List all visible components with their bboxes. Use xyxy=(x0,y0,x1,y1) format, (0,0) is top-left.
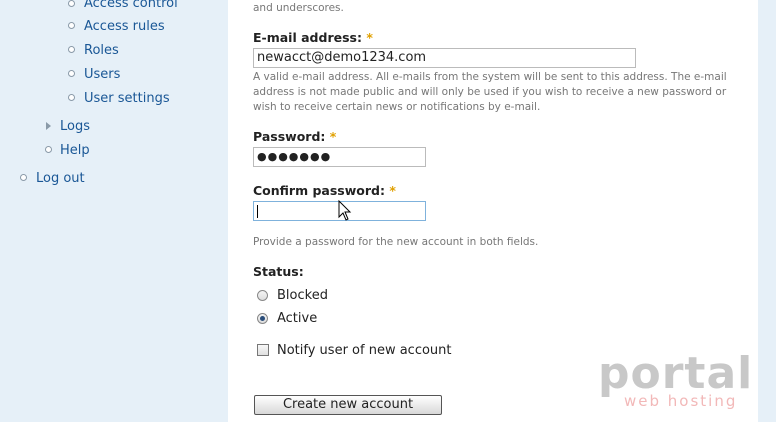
bullet-icon xyxy=(68,22,75,29)
email-field-value: newacct@demo1234.com xyxy=(257,50,427,65)
status-active-label[interactable]: Active xyxy=(277,311,317,326)
password-field-value: ●●●●●●● xyxy=(257,150,332,163)
radio-selected-dot xyxy=(260,316,265,321)
bullet-icon xyxy=(68,94,75,101)
status-blocked-radio[interactable] xyxy=(257,290,268,301)
status-label: Status: xyxy=(253,264,304,279)
notify-user-label[interactable]: Notify user of new account xyxy=(277,343,452,358)
right-margin xyxy=(758,0,776,422)
email-field[interactable]: newacct@demo1234.com xyxy=(253,48,636,68)
email-label-text: E-mail address: xyxy=(253,30,362,45)
status-blocked-label[interactable]: Blocked xyxy=(277,288,328,303)
logo-tagline-text: web hosting xyxy=(624,392,738,410)
sidebar: Access control Access rules Roles Users … xyxy=(0,0,228,422)
status-active-radio[interactable] xyxy=(257,313,268,324)
bullet-icon xyxy=(68,46,75,53)
create-new-account-button[interactable]: Create new account xyxy=(254,395,442,415)
password-label-text: Password: xyxy=(253,129,326,144)
bullet-icon xyxy=(45,146,52,153)
required-marker: * xyxy=(366,30,373,45)
sidebar-item-access-control[interactable]: Access control xyxy=(84,0,178,11)
bullet-icon xyxy=(20,174,27,181)
portal-logo: portal web hosting xyxy=(596,348,752,412)
email-label: E-mail address: * xyxy=(253,30,373,45)
password-label: Password: * xyxy=(253,129,336,144)
required-marker: * xyxy=(389,183,396,198)
sidebar-item-log-out[interactable]: Log out xyxy=(36,171,85,186)
text-caret xyxy=(257,205,258,218)
sidebar-item-access-rules[interactable]: Access rules xyxy=(84,19,165,34)
password-description: Provide a password for the new account i… xyxy=(253,236,539,248)
sidebar-item-users[interactable]: Users xyxy=(84,67,120,82)
sidebar-item-help[interactable]: Help xyxy=(60,143,90,158)
required-marker: * xyxy=(329,129,337,144)
collapsed-arrow-icon xyxy=(46,122,51,130)
bullet-icon xyxy=(68,70,75,77)
notify-user-checkbox[interactable] xyxy=(257,344,269,356)
confirm-password-label: Confirm password: * xyxy=(253,183,396,198)
sidebar-item-roles[interactable]: Roles xyxy=(84,43,119,58)
mouse-pointer-icon xyxy=(338,200,352,221)
sidebar-item-user-settings[interactable]: User settings xyxy=(84,91,170,106)
bullet-icon xyxy=(68,0,75,7)
email-description: A valid e-mail address. All e-mails from… xyxy=(253,71,727,113)
password-field[interactable]: ●●●●●●● xyxy=(253,147,426,167)
confirm-password-label-text: Confirm password: xyxy=(253,183,385,198)
username-description: and underscores. xyxy=(253,2,344,14)
sidebar-item-logs[interactable]: Logs xyxy=(60,119,90,134)
